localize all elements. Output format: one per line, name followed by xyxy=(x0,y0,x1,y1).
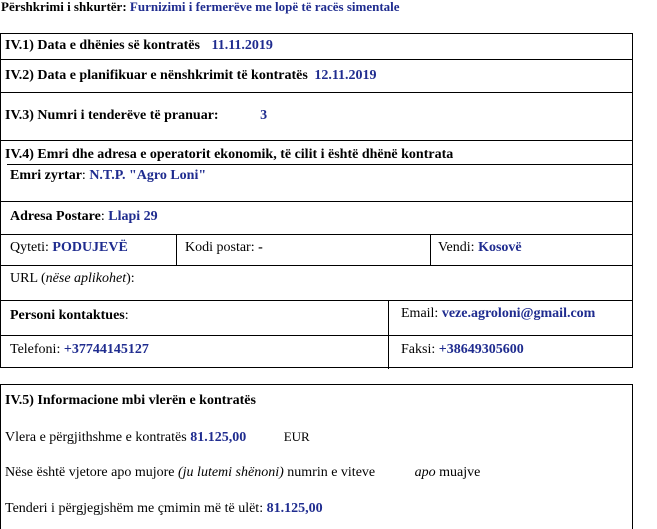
url-note: nëse aplikohet xyxy=(45,271,127,286)
duration-line: Nëse është vjetore apo mujore (ju lutemi… xyxy=(5,465,480,481)
official-name-value: N.T.P. "Agro Loni" xyxy=(89,168,207,183)
award-date-label: IV.1) Data e dhënies së kontratës xyxy=(5,38,200,53)
phone-row: Telefoni: +37744145127 Faksi: +386493056… xyxy=(1,335,632,369)
lowest-tender-line: Tenderi i përgjegjshëm me çmimin më të u… xyxy=(5,501,323,517)
currency: EUR xyxy=(283,429,310,444)
section-contract-value: IV.5) Informacione mbi vlerën e kontratë… xyxy=(0,384,633,529)
section-contract-award-date: IV.1) Data e dhënies së kontratës 11.11.… xyxy=(0,33,633,59)
email-value: veze.agroloni@gmail.com xyxy=(441,306,596,321)
postal-code-value: - xyxy=(258,240,263,255)
fax-value: +38649305600 xyxy=(438,342,524,357)
total-value-label: Vlera e përgjithshme e kontratës xyxy=(5,430,187,445)
tenders-count-label: IV.3) Numri i tenderëve të pranuar: xyxy=(5,108,219,123)
official-name-label: Emri zyrtar xyxy=(10,168,82,183)
postal-code-label: Kodi postar: xyxy=(185,240,255,255)
contact-person-label: Personi kontaktues xyxy=(10,308,125,323)
postal-address-row: Adresa Postare: Llapi 29 xyxy=(1,201,632,234)
tenders-count-value: 3 xyxy=(260,108,268,123)
url-row: URL (nëse aplikohet): xyxy=(1,265,632,300)
section-economic-operator: IV.4) Emri dhe adresa e operatorit ekono… xyxy=(0,140,633,369)
duration-months: muajve xyxy=(439,465,481,480)
contact-row: Personi kontaktues: Email: veze.agroloni… xyxy=(1,300,632,335)
section-planned-signing-date: IV.2) Data e planifikuar e nënshkrimit t… xyxy=(0,59,633,92)
operator-section-title: IV.4) Emri dhe adresa e operatorit ekono… xyxy=(5,147,454,162)
lowest-tender-value: 81.125,00 xyxy=(266,501,323,516)
award-date-value: 11.11.2019 xyxy=(211,38,273,53)
url-label: URL ( xyxy=(10,271,46,286)
fax-label: Faksi: xyxy=(401,342,436,357)
total-value-line: Vlera e përgjithshme e kontratës 81.125,… xyxy=(5,429,310,446)
country-value: Kosovë xyxy=(478,240,522,255)
official-name-row: Emri zyrtar: N.T.P. "Agro Loni" xyxy=(1,164,632,201)
value-section-title: IV.5) Informacione mbi vlerën e kontratë… xyxy=(5,393,256,408)
duration-years: numrin e viteve xyxy=(287,465,376,480)
total-value: 81.125,00 xyxy=(190,430,247,445)
phone-value: +37744145127 xyxy=(63,342,149,357)
phone-label: Telefoni: xyxy=(10,342,61,357)
postal-address-value: Llapi 29 xyxy=(108,209,158,224)
city-label: Qyteti: xyxy=(10,240,49,255)
url-label-close: ): xyxy=(126,271,135,286)
section-tenders-received: IV.3) Numri i tenderëve të pranuar: 3 xyxy=(0,92,633,140)
lowest-tender-label: Tenderi i përgjegjshëm me çmimin më të u… xyxy=(5,501,264,516)
email-label: Email: xyxy=(401,306,439,321)
city-row: Qyteti: PODUJEVË Kodi postar: - Vendi: K… xyxy=(1,234,632,265)
postal-address-label: Adresa Postare xyxy=(10,209,101,224)
duration-label: Nëse është vjetore apo mujore xyxy=(5,465,175,480)
short-description-value: Furnizimi i fermerëve me lopë të racës s… xyxy=(129,0,400,14)
duration-note: (ju lutemi shënoni) xyxy=(178,465,284,480)
city-value: PODUJEVË xyxy=(52,240,128,255)
duration-or: apo xyxy=(414,465,436,480)
short-description: Përshkrimi i shkurtër: Furnizimi i ferme… xyxy=(1,0,400,15)
signing-date-label: IV.2) Data e planifikuar e nënshkrimit t… xyxy=(5,68,308,83)
signing-date-value: 12.11.2019 xyxy=(314,68,377,83)
short-description-label: Përshkrimi i shkurtër: xyxy=(1,0,127,14)
country-label: Vendi: xyxy=(438,240,475,255)
